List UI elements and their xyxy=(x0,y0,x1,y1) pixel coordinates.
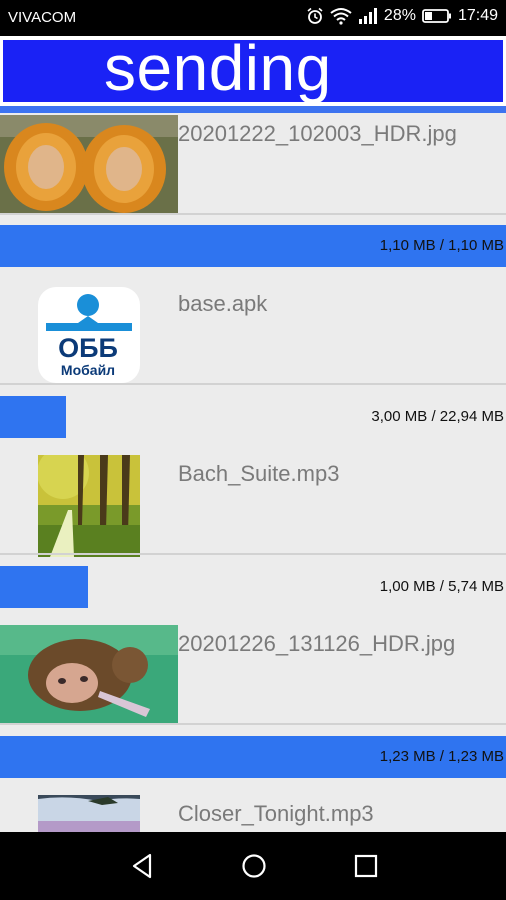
clock: 17:49 xyxy=(457,7,498,24)
obb-logo-subtext: Мобайл xyxy=(61,362,115,378)
list-item[interactable]: 20201222_102003_HDR.jpg xyxy=(0,113,506,215)
file-name: 20201226_131126_HDR.jpg xyxy=(178,631,456,656)
list-item[interactable]: Bach_Suite.mp3 xyxy=(0,453,506,557)
obb-app-icon-thumb: ОББ Мобайл xyxy=(38,287,140,383)
progress-text: 1,00 MB / 5,74 MB xyxy=(379,578,504,595)
page-title: sending xyxy=(104,32,332,104)
divider xyxy=(0,723,506,725)
progress-text: 1,23 MB / 1,23 MB xyxy=(379,748,504,765)
progress-text: 1,10 MB / 1,10 MB xyxy=(379,237,504,254)
divider xyxy=(0,213,506,215)
navigation-bar xyxy=(0,832,506,900)
transfer-progress: 3,00 MB / 22,94 MB xyxy=(0,396,506,438)
battery-percent: 28% xyxy=(383,7,416,24)
home-icon[interactable] xyxy=(238,850,270,882)
progress-text: 3,00 MB / 22,94 MB xyxy=(371,408,504,425)
file-name: 20201222_102003_HDR.jpg xyxy=(178,121,457,146)
recents-icon[interactable] xyxy=(350,850,382,882)
progress-fill xyxy=(0,396,66,438)
carrier-name: VIVACOM xyxy=(8,9,77,26)
battery-icon xyxy=(422,9,451,23)
transfer-progress: 1,10 MB / 1,10 MB xyxy=(0,225,506,267)
list-item[interactable]: ОББ Мобайл base.apk xyxy=(0,283,506,383)
transfer-progress: 1,00 MB / 5,74 MB xyxy=(0,566,506,608)
alarm-icon xyxy=(307,7,323,24)
beach-palm-photo-thumb xyxy=(38,795,140,833)
header: sending xyxy=(0,32,506,106)
progress-fill xyxy=(0,566,89,608)
back-icon[interactable] xyxy=(126,850,158,882)
divider xyxy=(0,553,506,555)
pumpkin-photo-thumb xyxy=(0,115,178,215)
status-icons: 28% 17:49 xyxy=(306,7,498,25)
list-item[interactable]: Closer_Tonight.mp3 xyxy=(0,793,506,833)
park-trees-photo-thumb xyxy=(38,455,140,557)
signal-icon xyxy=(358,8,377,24)
list-item[interactable]: 20201226_131126_HDR.jpg xyxy=(0,623,506,725)
divider xyxy=(0,383,506,385)
file-name: Bach_Suite.mp3 xyxy=(178,461,340,486)
curly-hair-doll-photo-thumb xyxy=(0,625,178,725)
file-name: Closer_Tonight.mp3 xyxy=(178,801,374,826)
obb-logo-text: ОББ xyxy=(58,333,118,363)
header-divider xyxy=(0,106,506,113)
file-name: base.apk xyxy=(178,291,268,316)
wifi-icon xyxy=(330,8,352,25)
transfer-progress: 1,23 MB / 1,23 MB xyxy=(0,736,506,778)
